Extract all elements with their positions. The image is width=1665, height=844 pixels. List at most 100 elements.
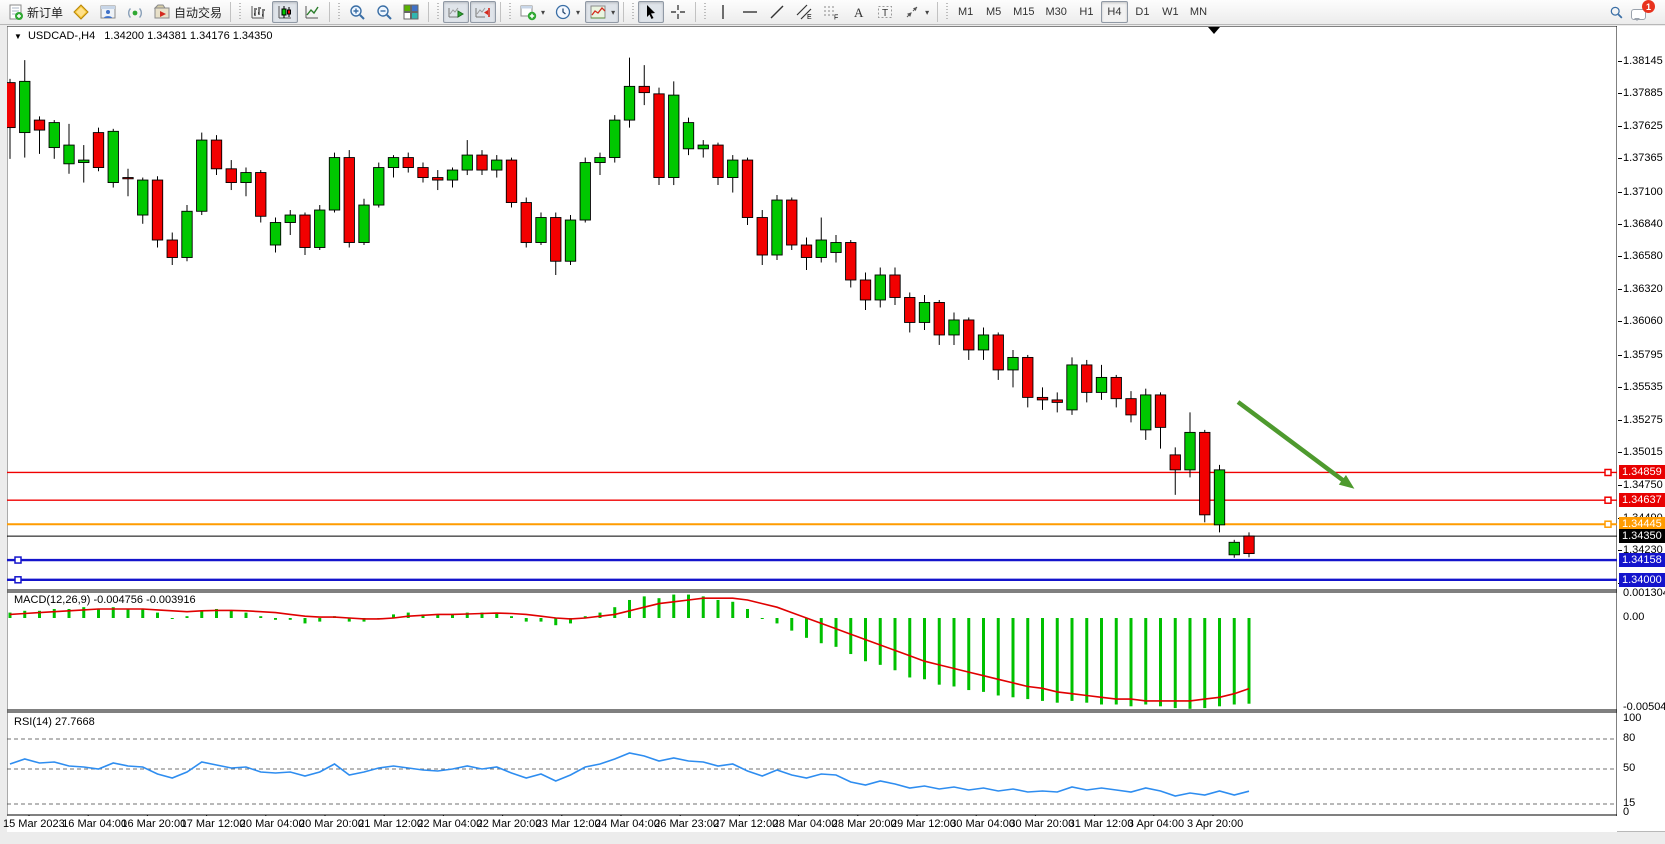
candle-body <box>49 123 59 148</box>
chart-list-button[interactable] <box>68 1 94 23</box>
timeframe-m1-button[interactable]: M1 <box>952 1 979 23</box>
candle-body <box>624 86 634 120</box>
signals-button[interactable] <box>122 1 148 23</box>
horizontal-line-button[interactable] <box>737 1 763 23</box>
toolbar-grip <box>702 3 707 21</box>
cursor-icon <box>642 3 660 21</box>
text-label-icon: T <box>876 3 894 21</box>
zoom-in-button[interactable] <box>344 1 370 23</box>
candle-chart-type-button[interactable] <box>272 1 298 23</box>
time-label: 20 Mar 04:00 <box>240 818 305 830</box>
hline-handle[interactable] <box>1605 497 1611 503</box>
chart-window[interactable]: ▼ USDCAD-,H4 1.34200 1.34381 1.34176 1.3… <box>7 26 1665 832</box>
candle-body <box>742 160 752 217</box>
time-label: 16 Mar 20:00 <box>121 818 186 830</box>
hline-handle[interactable] <box>15 557 21 563</box>
macd-histogram-bar <box>407 613 410 618</box>
zoom-out-icon <box>375 3 393 21</box>
timeframe-m5-button[interactable]: M5 <box>980 1 1007 23</box>
toolbar-separator <box>695 2 696 22</box>
price-badge-1.34859: 1.34859 <box>1619 465 1665 479</box>
price-tick-label: 1.37100 <box>1623 186 1663 198</box>
chart-shift-marker-icon[interactable] <box>1208 27 1220 34</box>
candle-body <box>536 218 546 243</box>
fibonacci-button[interactable]: F <box>818 1 844 23</box>
timeframe-h1-button[interactable]: H1 <box>1073 1 1100 23</box>
macd-histogram-bar <box>835 618 838 647</box>
zoom-out-button[interactable] <box>371 1 397 23</box>
chart-shift-button[interactable] <box>470 1 496 23</box>
macd-histogram-bar <box>1012 618 1015 697</box>
auto-trading-button[interactable]: 自动交易 <box>149 1 226 23</box>
market-watch-button[interactable] <box>95 1 121 23</box>
candle-body <box>123 178 133 179</box>
hline-handle[interactable] <box>1605 469 1611 475</box>
time-label: 30 Mar 04:00 <box>950 818 1015 830</box>
time-label: 30 Mar 20:00 <box>1009 818 1074 830</box>
timeframe-h4-button[interactable]: H4 <box>1101 1 1128 23</box>
notifications-button[interactable]: 1 <box>1631 2 1653 22</box>
chart-canvas[interactable] <box>7 26 1617 832</box>
bar-chart-type-button[interactable] <box>245 1 271 23</box>
price-tick-label: 1.37365 <box>1623 152 1663 164</box>
equidistant-channel-button[interactable]: E <box>791 1 817 23</box>
macd-histogram-bar <box>1085 618 1088 703</box>
arrows-button[interactable]: ▾ <box>899 1 933 23</box>
vertical-line-button[interactable] <box>710 1 736 23</box>
rsi-axis-label: 50 <box>1623 762 1635 774</box>
timeframe-w1-button[interactable]: W1 <box>1157 1 1184 23</box>
candle-body <box>757 218 767 255</box>
search-button[interactable] <box>1609 5 1623 19</box>
dropdown-caret-icon[interactable]: ▾ <box>541 8 545 17</box>
macd-histogram-bar <box>953 618 956 686</box>
profiles-button[interactable]: ▾ <box>585 1 619 23</box>
tile-windows-button[interactable] <box>398 1 424 23</box>
cursor-button[interactable] <box>638 1 664 23</box>
new-chart-button[interactable]: ▾ <box>515 1 549 23</box>
macd-axis-label: 0.001304 <box>1623 587 1665 599</box>
macd-histogram-bar <box>687 595 690 618</box>
timeframe-d1-button[interactable]: D1 <box>1129 1 1156 23</box>
hline-handle[interactable] <box>15 577 21 583</box>
candle-body <box>1008 357 1018 369</box>
dropdown-caret-icon[interactable]: ▾ <box>576 8 580 17</box>
candle-body <box>1111 377 1121 398</box>
dropdown-caret-icon[interactable]: ▾ <box>611 8 615 17</box>
candle-body <box>152 180 162 240</box>
blue-window-icon <box>99 3 117 21</box>
timeframe-m30-button[interactable]: M30 <box>1041 1 1072 23</box>
collapse-triangle-icon[interactable]: ▼ <box>14 32 22 41</box>
dropdown-caret-icon[interactable]: ▾ <box>925 8 929 17</box>
trendline-button[interactable] <box>764 1 790 23</box>
price-axis[interactable]: 1.381451.378851.376251.373651.371001.368… <box>1618 26 1665 816</box>
candle-body <box>772 200 782 255</box>
hline-handle[interactable] <box>1605 521 1611 527</box>
candle-body <box>1229 542 1239 554</box>
auto-scroll-button[interactable] <box>443 1 469 23</box>
zoom-in-icon <box>348 3 366 21</box>
price-tick-label: 1.37885 <box>1623 87 1663 99</box>
toolbar-separator <box>230 2 231 22</box>
candle-body <box>226 169 236 183</box>
price-tick-label: 1.36840 <box>1623 218 1663 230</box>
text-button[interactable]: A <box>845 1 871 23</box>
timeframe-mn-button[interactable]: MN <box>1185 1 1212 23</box>
macd-histogram-bar <box>289 618 292 620</box>
candle-body <box>905 297 915 322</box>
time-axis[interactable]: 15 Mar 202316 Mar 04:0016 Mar 20:0017 Ma… <box>7 816 1617 832</box>
macd-histogram-bar <box>1071 618 1074 701</box>
text-label-button[interactable]: T <box>872 1 898 23</box>
macd-histogram-bar <box>746 609 749 618</box>
candle-body <box>138 180 148 215</box>
new-order-button[interactable]: 新订单 <box>2 1 67 23</box>
candle-body <box>211 140 221 169</box>
candle-body <box>403 158 413 168</box>
timeframe-m15-button[interactable]: M15 <box>1008 1 1039 23</box>
macd-histogram-bar <box>1144 618 1147 704</box>
notification-badge: 1 <box>1642 0 1655 13</box>
line-chart-type-button[interactable] <box>299 1 325 23</box>
periods-button[interactable]: ▾ <box>550 1 584 23</box>
crosshair-button[interactable] <box>665 1 691 23</box>
macd-histogram-bar <box>702 596 705 618</box>
trend-arrow[interactable] <box>1238 402 1348 484</box>
